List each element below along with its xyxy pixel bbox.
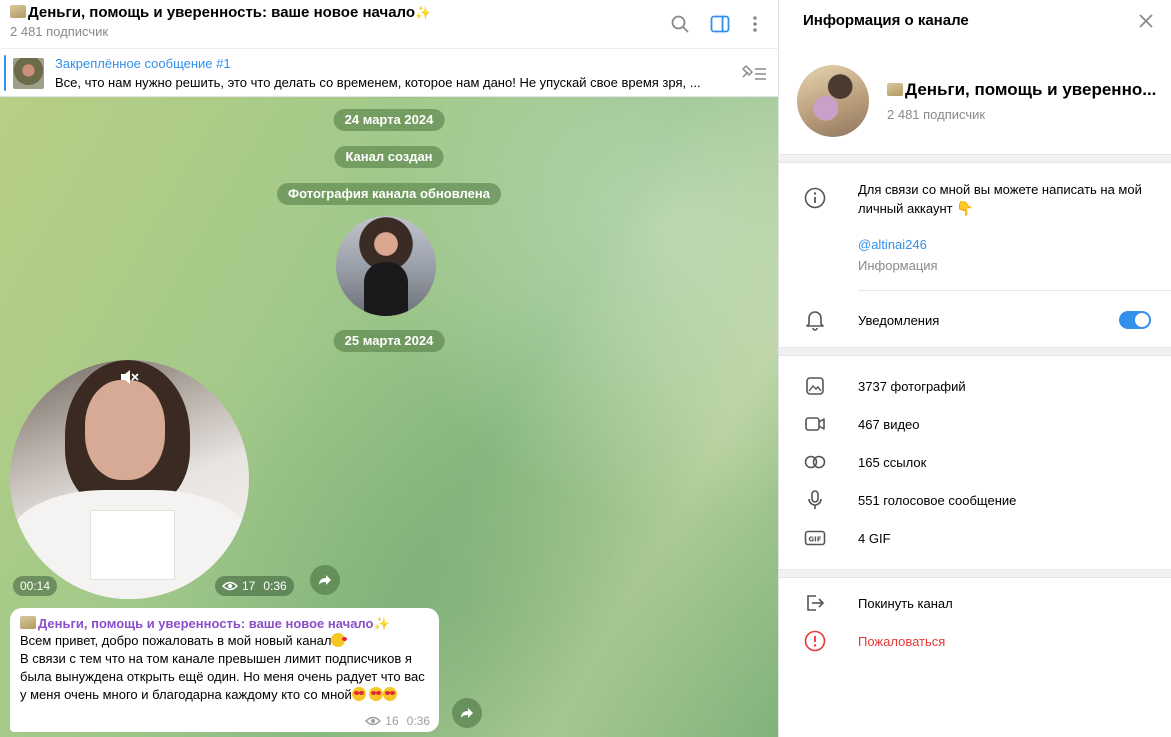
- channel-subscribers: 2 481 подписчик: [10, 24, 109, 39]
- money-emoji: [10, 5, 26, 18]
- leave-channel-button[interactable]: Покинуть канал: [858, 596, 953, 611]
- channel-username-link[interactable]: @altinai246: [858, 237, 927, 252]
- media-voice[interactable]: 551 голосовое сообщение: [858, 493, 1016, 508]
- channel-photo[interactable]: [336, 216, 436, 316]
- notifications-toggle[interactable]: [1119, 311, 1151, 329]
- username-caption: Информация: [858, 258, 938, 273]
- pinned-title: Закреплённое сообщение #1: [55, 56, 231, 71]
- report-channel-button[interactable]: Пожаловаться: [858, 634, 945, 649]
- sparkle-emoji: ✨: [373, 616, 390, 631]
- row-divider: [858, 290, 1171, 291]
- photo-icon: [803, 374, 827, 398]
- channel-description-text: Для связи со мной вы можете написать на …: [858, 182, 1142, 216]
- info-channel-name-text: Деньги, помощь и уверенно...: [905, 80, 1157, 99]
- post-meta: 16 0:36: [365, 714, 430, 728]
- date-separator: 24 марта 2024: [333, 109, 445, 131]
- share-icon[interactable]: [452, 698, 482, 728]
- channel-description: Для связи со мной вы можете написать на …: [858, 180, 1158, 218]
- eye-icon: [222, 581, 238, 591]
- link-icon: [803, 450, 827, 474]
- pinned-text: Все, что нам нужно решить, это что делат…: [55, 75, 701, 90]
- leave-icon: [803, 591, 827, 615]
- money-emoji: [887, 83, 903, 96]
- svg-text:GIF: GIF: [808, 536, 821, 544]
- post-title-text: Деньги, помощь и уверенность: ваше новое…: [38, 616, 374, 631]
- eye-icon: [365, 716, 382, 726]
- share-icon[interactable]: [310, 565, 340, 595]
- pointing-emoji: 👇: [956, 200, 974, 216]
- info-subscribers: 2 481 подписчик: [887, 107, 986, 122]
- more-icon[interactable]: [742, 11, 768, 37]
- bell-icon: [803, 308, 827, 332]
- telegram-window: Деньги, помощь и уверенность: ваше новое…: [0, 0, 1171, 737]
- pin-list-icon[interactable]: [740, 63, 768, 83]
- sparkle-emoji: ✨: [415, 5, 432, 20]
- pinned-indicator: [4, 55, 6, 91]
- report-icon: [803, 629, 827, 653]
- video-views: 17: [242, 579, 256, 593]
- heart-eyes-emoji: [383, 687, 398, 701]
- info-panel-title: Информация о канале: [803, 12, 969, 29]
- channel-post[interactable]: Деньги, помощь и уверенность: ваше новое…: [10, 608, 439, 732]
- video-icon: [803, 412, 827, 436]
- section-divider: [779, 347, 1171, 356]
- sidebar-toggle-icon[interactable]: [707, 11, 733, 37]
- section-divider: [779, 569, 1171, 578]
- post-views: 16: [385, 714, 399, 728]
- video-time: 0:36: [263, 579, 287, 593]
- channel-title-text: Деньги, помощь и уверенность: ваше новое…: [28, 4, 416, 21]
- mute-icon[interactable]: [118, 366, 140, 388]
- chat-pane: Деньги, помощь и уверенность: ваше новое…: [0, 0, 779, 737]
- video-meta: 17 0:36: [215, 576, 294, 596]
- close-icon[interactable]: [1135, 10, 1157, 32]
- info-icon: [803, 186, 827, 210]
- notifications-label: Уведомления: [858, 313, 940, 328]
- media-photos[interactable]: 3737 фотографий: [858, 379, 966, 394]
- media-links[interactable]: 165 ссылок: [858, 455, 926, 470]
- service-message-photo: Фотография канала обновлена: [277, 183, 501, 205]
- post-title: Деньги, помощь и уверенность: ваше новое…: [20, 616, 429, 632]
- kiss-emoji: [331, 633, 348, 647]
- service-message-created: Канал создан: [334, 146, 444, 168]
- gif-icon: GIF: [803, 526, 827, 550]
- post-line1: Всем привет, добро пожаловать в мой новы…: [20, 633, 332, 648]
- info-channel-name: Деньги, помощь и уверенно...: [887, 80, 1157, 100]
- post-time: 0:36: [406, 714, 430, 728]
- money-emoji: [20, 616, 36, 629]
- section-divider: [779, 154, 1171, 163]
- media-gifs[interactable]: 4 GIF: [858, 531, 891, 546]
- date-separator: 25 марта 2024: [333, 330, 445, 352]
- search-icon[interactable]: [667, 11, 693, 37]
- chat-header[interactable]: Деньги, помощь и уверенность: ваше новое…: [0, 0, 778, 48]
- heart-eyes-emoji: [369, 687, 384, 701]
- channel-info-panel: Информация о канале Деньги, помощь и уве…: [779, 0, 1171, 737]
- pinned-message-bar[interactable]: Закреплённое сообщение #1 Все, что нам н…: [0, 48, 778, 97]
- heart-eyes-emoji: [351, 687, 366, 701]
- mic-icon: [803, 488, 827, 512]
- pinned-thumbnail: [13, 58, 44, 89]
- channel-avatar[interactable]: [797, 65, 869, 137]
- channel-title[interactable]: Деньги, помощь и уверенность: ваше новое…: [10, 4, 431, 21]
- media-videos[interactable]: 467 видео: [858, 417, 920, 432]
- post-text: Всем привет, добро пожаловать в мой новы…: [20, 632, 429, 704]
- video-message[interactable]: [10, 360, 249, 599]
- video-elapsed: 00:14: [13, 576, 58, 596]
